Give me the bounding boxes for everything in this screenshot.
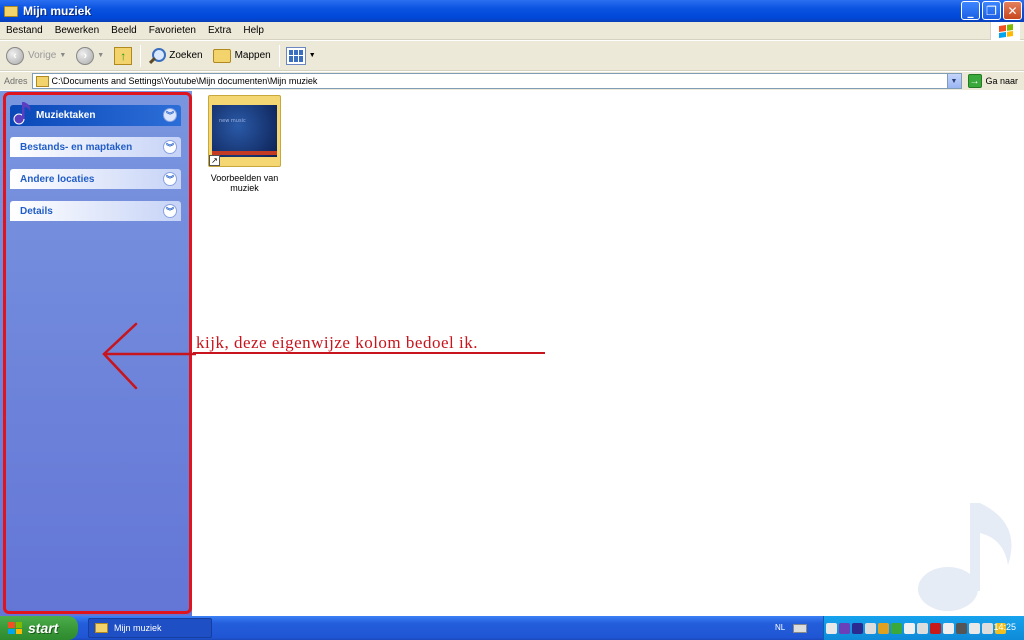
windows-logo-icon <box>990 22 1020 40</box>
shortcut-arrow-icon: ↗ <box>209 155 220 166</box>
music-note-watermark-icon <box>918 503 1012 611</box>
folder-item[interactable]: new music ↗ Voorbeelden van muziek <box>197 95 292 193</box>
music-note-icon <box>13 102 31 125</box>
go-button[interactable]: → Ga naar <box>967 74 1019 88</box>
network-icon[interactable] <box>956 622 967 634</box>
forward-dropdown-icon[interactable]: ▼ <box>97 52 104 59</box>
folders-button[interactable]: Mappen <box>212 44 271 68</box>
system-tray: 14:25 <box>823 616 1024 640</box>
back-button[interactable]: ‹ Vorige ▼ <box>6 44 66 68</box>
annotation-underline <box>193 352 545 354</box>
menu-bestand[interactable]: Bestand <box>0 25 49 36</box>
search-icon <box>147 47 167 65</box>
folders-icon <box>212 48 231 63</box>
taskbar: start Mijn muziek NL 14:25 <box>0 616 1024 640</box>
folder-name: Voorbeelden van muziek <box>210 173 279 193</box>
window-controls: _ ❐ ✕ <box>961 1 1022 20</box>
clock[interactable]: 14:25 <box>993 622 1016 632</box>
tray-app-icon[interactable] <box>917 622 928 634</box>
maximize-button[interactable]: ❐ <box>982 1 1001 20</box>
search-button[interactable]: Zoeken <box>147 44 203 68</box>
chevron-down-icon[interactable]: ︾ <box>163 140 177 154</box>
menu-favorieten[interactable]: Favorieten <box>143 25 202 36</box>
address-dropdown-icon[interactable]: ▼ <box>946 74 961 88</box>
tray-app-icon[interactable] <box>839 622 850 634</box>
address-label: Adres <box>4 76 28 86</box>
panel-bestands-en-maptaken[interactable]: Bestands- en maptaken ︾ <box>10 137 181 157</box>
panel-andere-locaties[interactable]: Andere locaties ︾ <box>10 169 181 189</box>
back-label: Vorige <box>28 50 57 61</box>
tray-app-icon[interactable] <box>982 622 993 634</box>
toolbar: ‹ Vorige ▼ › ▼ ↑ Zoeken Mappen ▼ <box>0 41 1024 71</box>
go-label: Ga naar <box>985 76 1019 86</box>
tray-app-icon[interactable] <box>969 622 980 634</box>
folders-label: Mappen <box>234 50 271 61</box>
address-input[interactable]: C:\Documents and Settings\Youtube\Mijn d… <box>31 73 962 89</box>
album-art <box>212 105 277 157</box>
chevron-down-icon[interactable]: ︾ <box>163 172 177 186</box>
chevron-down-icon[interactable]: ︾ <box>163 108 177 122</box>
folder-icon <box>95 623 108 633</box>
keyboard-icon[interactable] <box>793 624 807 633</box>
folder-icon <box>35 75 49 87</box>
tray-app-icon[interactable] <box>943 622 954 634</box>
panel-title: Details <box>20 205 53 217</box>
tray-app-icon[interactable] <box>904 622 915 634</box>
panel-title: Andere locaties <box>20 173 95 185</box>
annotation-arrow-icon <box>102 322 196 390</box>
title-bar[interactable]: Mijn muziek _ ❐ ✕ <box>0 0 1024 22</box>
forward-button[interactable]: › ▼ <box>76 44 104 68</box>
views-dropdown-icon[interactable]: ▼ <box>309 52 316 59</box>
window-title: Mijn muziek <box>23 4 92 18</box>
tray-app-icon[interactable] <box>865 622 876 634</box>
menu-bewerken[interactable]: Bewerken <box>49 25 105 36</box>
toolbar-separator <box>278 44 280 67</box>
close-button[interactable]: ✕ <box>1003 1 1022 20</box>
folder-thumbnail: new music ↗ <box>208 95 281 167</box>
taskbar-item-label: Mijn muziek <box>114 623 162 633</box>
views-icon <box>285 46 306 65</box>
go-arrow-icon: → <box>967 74 982 88</box>
up-button[interactable]: ↑ <box>114 44 133 68</box>
menu-beeld[interactable]: Beeld <box>105 25 143 36</box>
album-art-label: new music <box>219 118 246 124</box>
folder-icon <box>4 5 18 17</box>
language-indicator[interactable]: NL <box>775 623 785 632</box>
panel-details[interactable]: Details ︾ <box>10 201 181 221</box>
forward-arrow-icon: › <box>76 46 95 65</box>
back-arrow-icon: ‹ <box>6 46 24 65</box>
taskbar-item-mijn-muziek[interactable]: Mijn muziek <box>88 618 212 638</box>
start-label: start <box>28 620 59 636</box>
panel-title: Muziektaken <box>36 110 96 121</box>
tray-app-icon[interactable] <box>891 622 902 634</box>
annotation-text: kijk, deze eigenwijze kolom bedoel ik. <box>196 333 478 352</box>
windows-logo-icon <box>8 622 22 634</box>
tray-app-icon[interactable] <box>878 622 889 634</box>
toolbar-separator <box>140 44 142 67</box>
address-value: C:\Documents and Settings\Youtube\Mijn d… <box>51 76 318 86</box>
volume-icon[interactable] <box>826 622 837 634</box>
menu-extra[interactable]: Extra <box>202 25 237 36</box>
panel-muziektaken[interactable]: Muziektaken ︾ <box>10 102 181 126</box>
tray-app-icon[interactable] <box>930 622 941 634</box>
album-art-bar <box>212 151 277 155</box>
start-button[interactable]: start <box>0 616 78 640</box>
minimize-button[interactable]: _ <box>961 1 980 20</box>
menu-bar: Bestand Bewerken Beeld Favorieten Extra … <box>0 22 1024 40</box>
bluetooth-icon[interactable] <box>852 622 863 634</box>
panel-title: Bestands- en maptaken <box>20 141 133 153</box>
menu-help[interactable]: Help <box>237 25 270 36</box>
folder-up-icon: ↑ <box>114 46 133 65</box>
chevron-down-icon[interactable]: ︾ <box>163 204 177 218</box>
back-dropdown-icon[interactable]: ▼ <box>59 52 66 59</box>
search-label: Zoeken <box>169 50 203 61</box>
address-bar: Adres C:\Documents and Settings\Youtube\… <box>0 72 1024 90</box>
views-button[interactable]: ▼ <box>285 44 316 68</box>
